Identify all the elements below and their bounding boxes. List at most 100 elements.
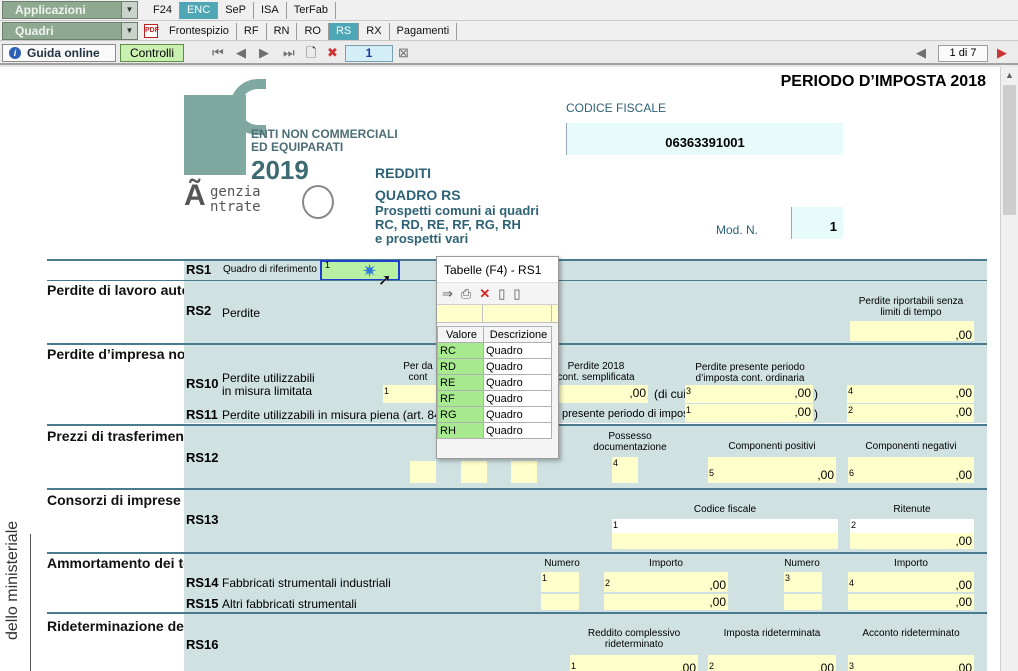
rs13-field-1[interactable] — [612, 533, 838, 549]
rs16-col2-label: Imposta rideterminata — [723, 628, 821, 639]
row-valore[interactable]: RD — [437, 358, 484, 375]
document-icon[interactable]: ▯ — [498, 286, 505, 302]
tab-ro[interactable]: RO — [297, 23, 329, 40]
first-page-icon[interactable]: ⏮ — [212, 45, 224, 61]
quadro-desc-3: e prospetti vari — [375, 231, 469, 246]
rs11-field-1[interactable]: 1,00 — [685, 404, 813, 422]
tab-rs[interactable]: RS — [328, 23, 360, 40]
table-row[interactable]: RH Quadro — [437, 422, 552, 439]
rs15-field-4[interactable]: ,00 — [848, 594, 974, 610]
rs16-field-3[interactable]: 3,00 — [848, 655, 974, 671]
rs10-dicui: (di cui — [654, 387, 687, 401]
tables-popup[interactable]: Tabelle (F4) - RS1 ⇒ ⎙ ✕ ▯ ▯ Valore Desc… — [436, 256, 559, 459]
scroll-up-icon[interactable]: ▲ — [1001, 67, 1018, 84]
tab-f24[interactable]: F24 — [146, 2, 180, 19]
rs15-field-2[interactable]: ,00 — [604, 594, 728, 610]
rs2-col-label: Perdite riportabili senza limiti di temp… — [858, 296, 964, 318]
vertical-scrollbar[interactable]: ▲ — [1000, 67, 1018, 671]
rs10-field-2[interactable]: ,00 — [558, 385, 648, 403]
rs16-field-1-value: ,00 — [679, 661, 696, 671]
rs14-field-4[interactable]: 4,00 — [848, 572, 974, 592]
document-2-icon[interactable]: ▯ — [513, 286, 520, 302]
tab-rx[interactable]: RX — [359, 23, 390, 40]
scrollbar-thumb[interactable] — [1003, 85, 1016, 215]
section-consorzi: Consorzi di imprese — [47, 493, 181, 508]
page-number-field[interactable]: 1 — [345, 45, 393, 62]
table-row[interactable]: RC Quadro — [437, 342, 552, 359]
previous-sheet-icon[interactable]: ◀ — [916, 45, 926, 61]
row-valore[interactable]: RE — [437, 374, 484, 391]
applications-combo[interactable]: Applicazioni ▼ — [2, 1, 138, 19]
export-icon[interactable]: ⇒ — [442, 286, 453, 302]
rs13-field-2[interactable]: ,00 — [850, 533, 974, 549]
rs10-field-2-value: ,00 — [629, 386, 646, 400]
rs16-field-1[interactable]: 1,00 — [570, 655, 698, 671]
row-descrizione[interactable]: Quadro — [483, 390, 552, 407]
tab-pagamenti[interactable]: Pagamenti — [390, 23, 458, 40]
rs11-field-2[interactable]: 2,00 — [847, 404, 974, 422]
rs14-field-2[interactable]: 2,00 — [604, 572, 728, 592]
mod-n-field[interactable]: 1 — [791, 207, 843, 239]
rs2-field[interactable]: ,00 — [850, 321, 974, 342]
rs14-field-3[interactable]: 3 — [784, 572, 822, 592]
tab-frontespizio[interactable]: Frontespizio — [162, 23, 237, 40]
tab-sep[interactable]: SeP — [218, 2, 254, 19]
filter-valore-input[interactable] — [437, 305, 483, 322]
rs12-field-4[interactable]: 4 — [612, 457, 638, 483]
tab-rn[interactable]: RN — [267, 23, 298, 40]
delete-page-icon[interactable]: ✖ — [327, 45, 338, 61]
info-icon: i — [9, 47, 21, 59]
chevron-down-icon[interactable]: ▼ — [121, 2, 137, 18]
codice-fiscale-field[interactable]: 06363391001 — [566, 123, 843, 155]
row-valore[interactable]: RH — [437, 422, 484, 439]
row-descrizione[interactable]: Quadro — [483, 358, 552, 375]
col-descrizione: Descrizione — [483, 326, 552, 343]
rs12-field-5[interactable]: 5,00 — [708, 457, 836, 483]
tab-enc[interactable]: ENC — [179, 2, 219, 19]
rs14-field-1[interactable]: 1 — [541, 572, 579, 592]
tab-rf[interactable]: RF — [237, 23, 267, 40]
rs10-col2-label: Perdite 2018 cont. semplificata — [557, 361, 635, 383]
rs15-field-1[interactable] — [541, 594, 579, 610]
rs12-field-1[interactable] — [410, 461, 436, 483]
row-descrizione[interactable]: Quadro — [483, 422, 552, 439]
rs12-field-2[interactable] — [461, 461, 487, 483]
chevron-down-icon[interactable]: ▼ — [121, 23, 137, 39]
row-descrizione[interactable]: Quadro — [483, 406, 552, 423]
row-descrizione[interactable]: Quadro — [483, 342, 552, 359]
rs12-field-6[interactable]: 6,00 — [848, 457, 974, 483]
guide-online-button[interactable]: i Guida online — [2, 44, 116, 62]
table-row[interactable]: RE Quadro — [437, 374, 552, 391]
rs10-field-1[interactable]: 1 — [383, 385, 437, 403]
pdf-icon[interactable]: PDF — [144, 24, 159, 38]
row-valore[interactable]: RF — [437, 390, 484, 407]
quadri-combo[interactable]: Quadri ▼ — [2, 22, 138, 40]
new-page-icon[interactable]: 🗋 — [306, 45, 316, 61]
rs14-col-numero-2: Numero — [784, 558, 820, 569]
rs16-field-2[interactable]: 2,00 — [708, 655, 836, 671]
rs12-field-3[interactable] — [511, 461, 537, 483]
rs16-col3-label: Acconto rideterminato — [862, 628, 960, 639]
next-page-icon[interactable]: ▶ — [259, 45, 269, 61]
row-descrizione[interactable]: Quadro — [483, 374, 552, 391]
tab-terfab[interactable]: TerFab — [287, 2, 336, 19]
tab-isa[interactable]: ISA — [254, 2, 287, 19]
rs15-field-3[interactable] — [784, 594, 822, 610]
controls-button[interactable]: Controlli — [120, 44, 184, 62]
clear-page-icon[interactable]: ⊠ — [398, 45, 409, 61]
code-rs14: RS14 — [186, 575, 219, 590]
filter-descrizione-input[interactable] — [483, 305, 552, 322]
table-row[interactable]: RD Quadro — [437, 358, 552, 375]
rs15-label: Altri fabbricati strumentali — [222, 597, 357, 611]
print-icon[interactable]: ⎙ — [461, 286, 471, 302]
rs10-field-3[interactable]: 3,00 — [685, 385, 813, 403]
last-page-icon[interactable]: ⏭ — [283, 45, 295, 61]
row-valore[interactable]: RC — [437, 342, 484, 359]
table-row[interactable]: RG Quadro — [437, 406, 552, 423]
next-sheet-icon[interactable]: ▶ — [997, 45, 1007, 61]
table-row[interactable]: RF Quadro — [437, 390, 552, 407]
previous-page-icon[interactable]: ◀ — [236, 45, 246, 61]
close-icon[interactable]: ✕ — [479, 286, 490, 302]
rs10-field-4[interactable]: 4,00 — [847, 385, 974, 403]
row-valore[interactable]: RG — [437, 406, 484, 423]
